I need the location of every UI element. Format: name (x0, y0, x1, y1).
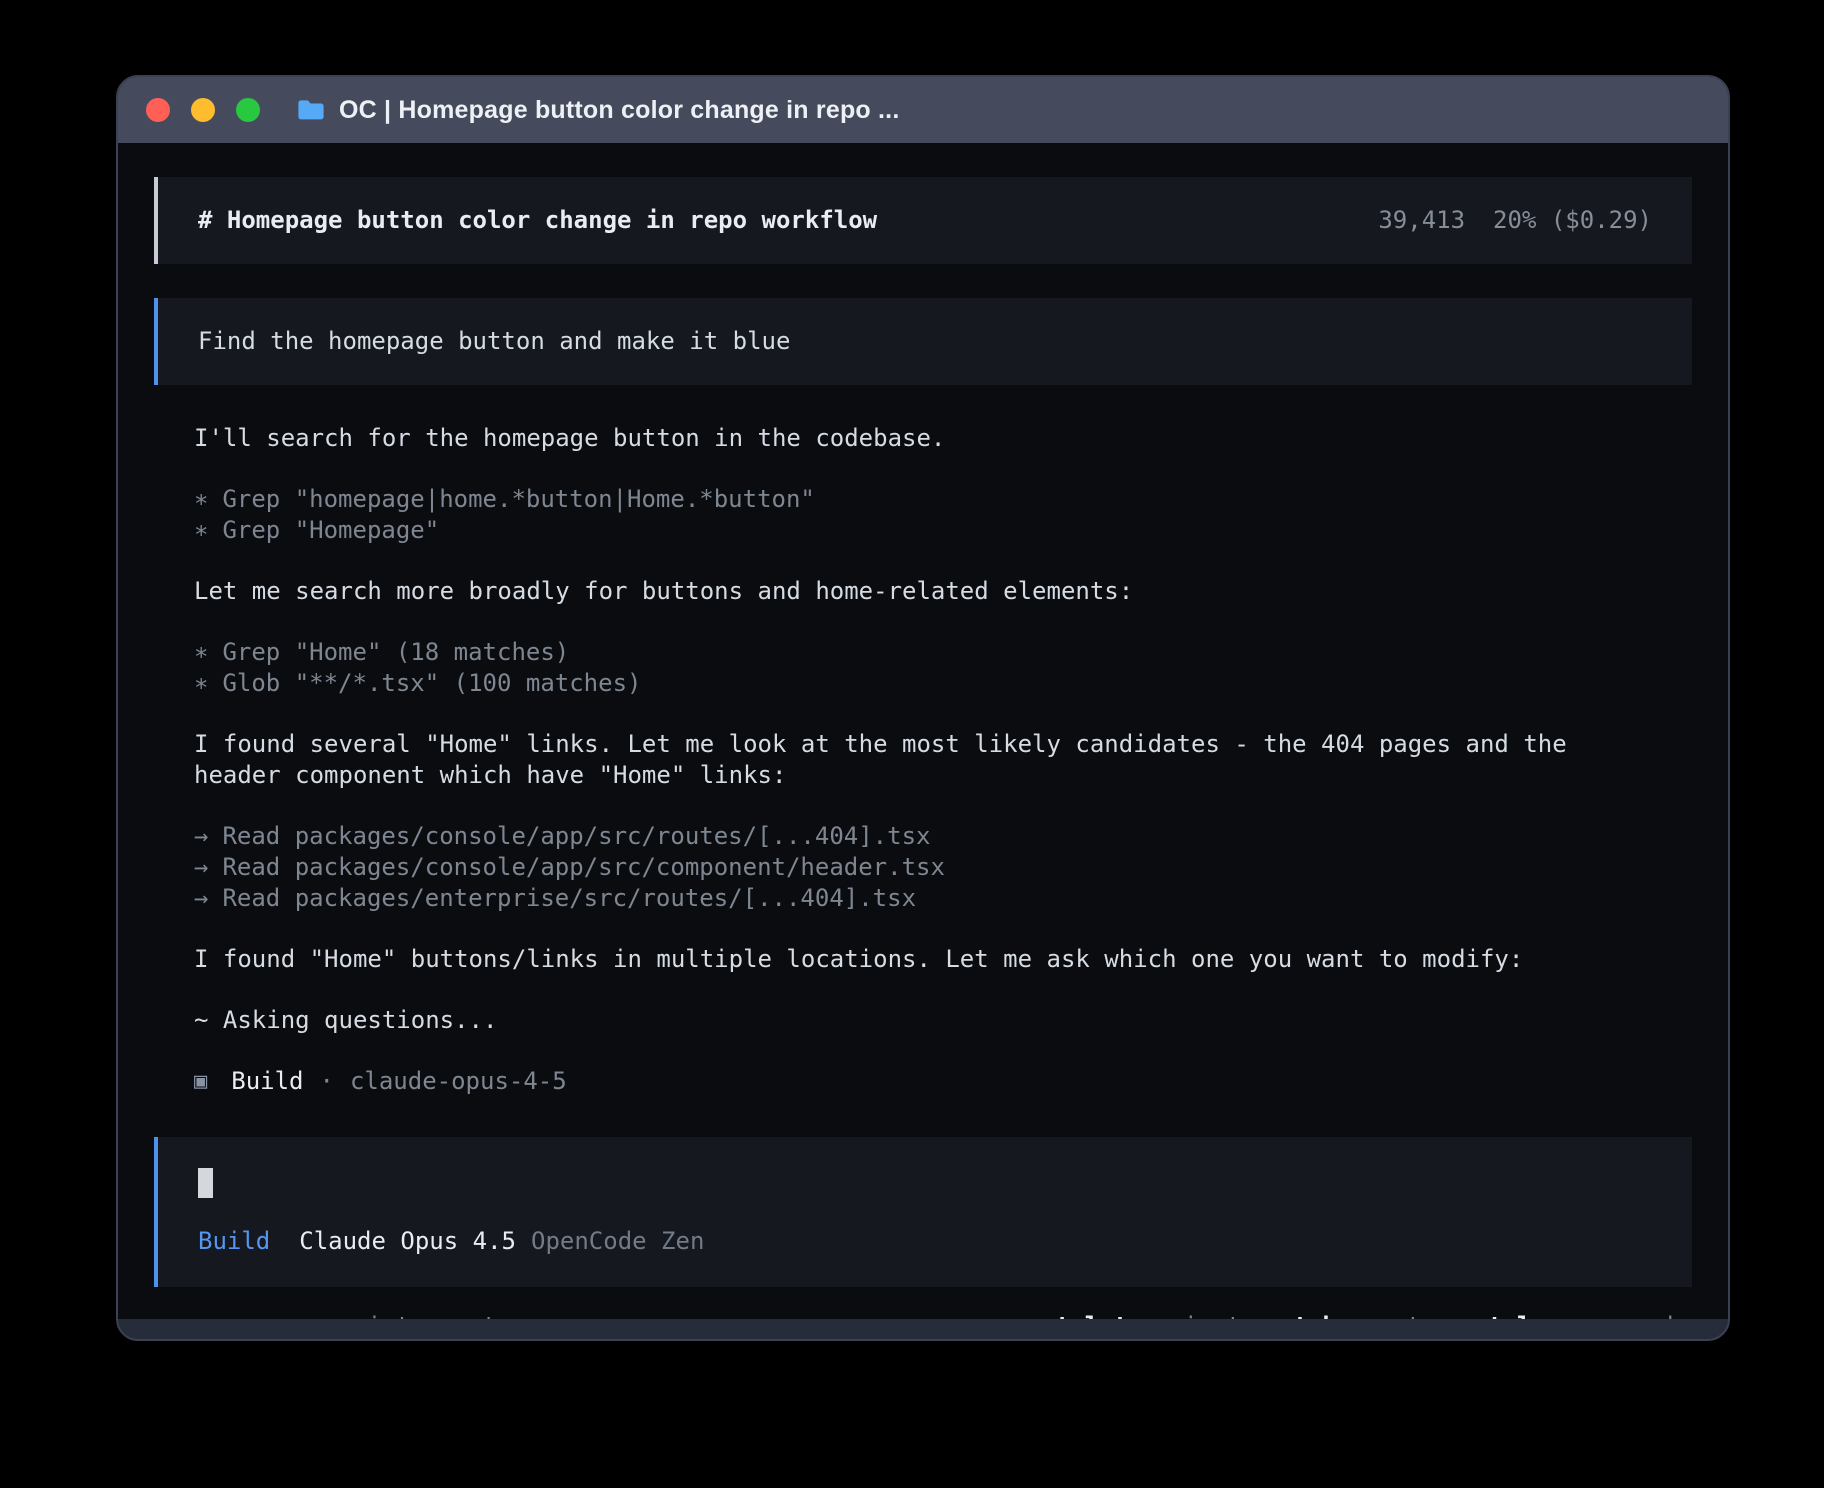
status-bar-right: ctrl+t variants tab agents ctrl+p comman… (1041, 1311, 1688, 1319)
tool-call-text: Glob "**/*.tsx" (100 matches) (222, 668, 641, 699)
tool-call-text: Grep "Homepage" (222, 515, 439, 546)
tool-asterisk-icon: ∗ (194, 484, 208, 515)
assistant-text-block: ~ Asking questions... (194, 1005, 1634, 1036)
tool-call-line: → Read packages/console/app/src/component… (194, 852, 1634, 883)
read-arrow-icon: → (194, 883, 208, 914)
status-bar-left: ········ esc interrupt (158, 1311, 497, 1319)
tool-call-text: Grep "homepage|home.*button|Home.*button… (222, 484, 814, 515)
tool-call-text: Read packages/enterprise/src/routes/[...… (222, 883, 916, 914)
tool-call-text: Grep "Home" (18 matches) (222, 637, 569, 668)
minimize-button[interactable] (191, 98, 215, 122)
session-title: # Homepage button color change in repo w… (198, 205, 877, 236)
user-message: Find the homepage button and make it blu… (154, 298, 1692, 385)
read-arrow-icon: → (194, 821, 208, 852)
input-provider-name: OpenCode Zen (531, 1226, 704, 1257)
shortcut-key-esc: esc (312, 1311, 355, 1319)
tool-asterisk-icon: ∗ (194, 515, 208, 546)
tool-call-line: ∗ Glob "**/*.tsx" (100 matches) (194, 668, 1634, 699)
agent-name: Build (231, 1066, 303, 1097)
spinner-dots: ········ (158, 1311, 274, 1319)
context-cost: 20% ($0.29) (1493, 205, 1652, 236)
assistant-text-block: Let me search more broadly for buttons a… (194, 576, 1634, 607)
window-controls (146, 98, 260, 122)
assistant-text-line: I'll search for the homepage button in t… (194, 423, 1634, 454)
tool-call-group: ∗ Grep "homepage|home.*button|Home.*butto… (194, 484, 1634, 546)
assistant-text-line: Let me search more broadly for buttons a… (194, 576, 1634, 607)
tool-asterisk-icon: ∗ (194, 637, 208, 668)
tool-call-line: ∗ Grep "Homepage" (194, 515, 1634, 546)
assistant-text-line: I found several "Home" links. Let me loo… (194, 729, 1634, 791)
folder-icon (296, 98, 326, 122)
shortcut-variants: ctrl+t variants (1041, 1311, 1255, 1319)
tool-call-group: → Read packages/console/app/src/routes/[.… (194, 821, 1634, 914)
shortcut-label-agents: agents (1349, 1311, 1436, 1319)
shortcut-label-variants: variants (1140, 1311, 1256, 1319)
tool-call-text: Read packages/console/app/src/component/… (222, 852, 944, 883)
assistant-text-line: I found "Home" buttons/links in multiple… (194, 944, 1634, 975)
transcript: I'll search for the homepage button in t… (154, 423, 1692, 1066)
shortcut-key-ctrl-t: ctrl+t (1041, 1311, 1128, 1319)
prompt-input[interactable]: Build Claude Opus 4.5 OpenCode Zen (154, 1137, 1692, 1287)
close-button[interactable] (146, 98, 170, 122)
input-meta-row: Build Claude Opus 4.5 OpenCode Zen (198, 1226, 1652, 1257)
tool-call-line: ∗ Grep "homepage|home.*button|Home.*butto… (194, 484, 1634, 515)
shortcut-key-tab: tab (1294, 1311, 1337, 1319)
tool-call-line: ∗ Grep "Home" (18 matches) (194, 637, 1634, 668)
shortcut-agents: tab agents (1294, 1311, 1436, 1319)
input-agent-mode[interactable]: Build (198, 1226, 270, 1257)
agent-badge-icon: ▣ (194, 1066, 207, 1097)
agent-status-line: ▣ Build · claude-opus-4-5 (154, 1066, 1692, 1097)
tool-call-line: → Read packages/console/app/src/routes/[.… (194, 821, 1634, 852)
session-metrics: 39,413 20% ($0.29) (1378, 205, 1652, 236)
window-title: OC | Homepage button color change in rep… (339, 96, 899, 125)
agent-model: claude-opus-4-5 (350, 1066, 567, 1097)
user-message-text: Find the homepage button and make it blu… (198, 327, 790, 355)
token-count: 39,413 (1378, 205, 1465, 236)
assistant-text-block: I'll search for the homepage button in t… (194, 423, 1634, 454)
shortcut-label-commands: commands (1572, 1311, 1688, 1319)
tool-asterisk-icon: ∗ (194, 668, 208, 699)
zoom-button[interactable] (236, 98, 260, 122)
agent-model-separator: · (320, 1066, 334, 1097)
window-title-group: OC | Homepage button color change in rep… (296, 96, 899, 125)
shortcut-commands: ctrl+p commands (1474, 1311, 1688, 1319)
tool-call-text: Read packages/console/app/src/routes/[..… (222, 821, 930, 852)
terminal-window: OC | Homepage button color change in rep… (116, 75, 1730, 1341)
status-bar: ········ esc interrupt ctrl+t variants t… (154, 1287, 1692, 1319)
shortcut-label-interrupt: interrupt (367, 1311, 497, 1319)
titlebar[interactable]: OC | Homepage button color change in rep… (118, 77, 1728, 143)
tool-call-line: → Read packages/enterprise/src/routes/[..… (194, 883, 1634, 914)
read-arrow-icon: → (194, 852, 208, 883)
input-model-name: Claude Opus 4.5 (299, 1226, 516, 1257)
tool-call-group: ∗ Grep "Home" (18 matches) ∗ Glob "**/*.tsx… (194, 637, 1634, 699)
session-header: # Homepage button color change in repo w… (154, 177, 1692, 264)
shortcut-key-ctrl-p: ctrl+p (1474, 1311, 1561, 1319)
text-cursor-block (198, 1168, 213, 1198)
assistant-text-line: ~ Asking questions... (194, 1005, 1634, 1036)
terminal-content: # Homepage button color change in repo w… (118, 143, 1728, 1319)
assistant-text-block: I found "Home" buttons/links in multiple… (194, 944, 1634, 975)
assistant-text-block: I found several "Home" links. Let me loo… (194, 729, 1634, 791)
